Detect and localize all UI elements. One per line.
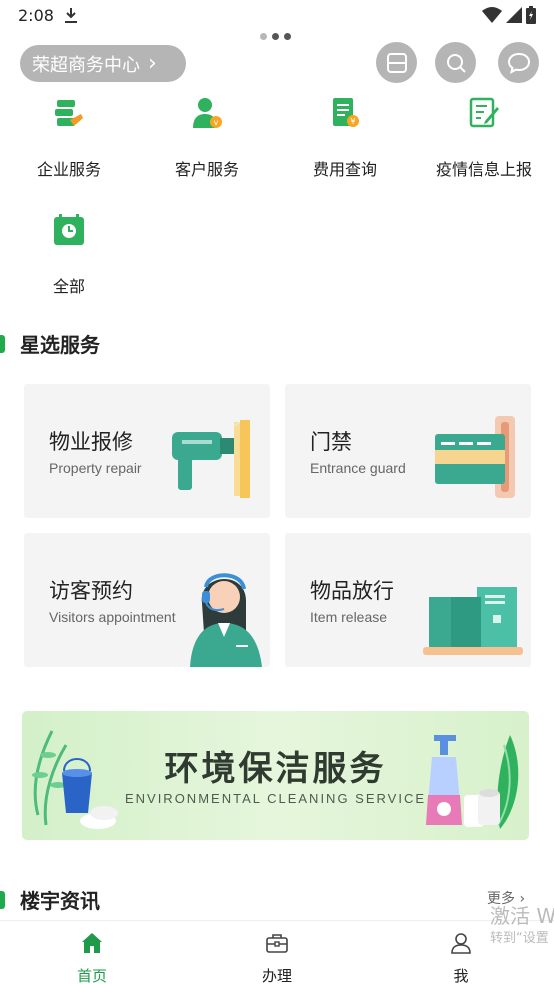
search-icon: [446, 53, 466, 73]
scan-button[interactable]: [376, 42, 417, 83]
home-icon: [82, 933, 102, 953]
tab-label: 首页: [76, 967, 107, 984]
tab-home[interactable]: 首页: [42, 931, 142, 984]
chat-bubble-icon: [507, 52, 530, 74]
boxes-icon: [423, 587, 523, 655]
svg-text:¥: ¥: [350, 117, 355, 126]
detergent-icon: [426, 735, 519, 829]
card-item-release[interactable]: 物品放行 Item release: [285, 533, 531, 667]
card-entrance-guard[interactable]: 门禁 Entrance guard: [285, 384, 531, 518]
section-title-text: 楼宇资讯: [20, 889, 100, 913]
quick-item-epidemic-report[interactable]: 疫情信息上报: [419, 96, 549, 180]
status-time: 2:08: [18, 6, 54, 25]
all-calendar-icon: [54, 214, 84, 245]
page-dot-active: [284, 33, 291, 40]
drill-icon: [172, 420, 250, 498]
watermark-line: 转到“设置: [490, 931, 549, 946]
card-visitor-appointment[interactable]: 访客预约 Visitors appointment: [24, 533, 270, 667]
card-property-repair[interactable]: 物业报修 Property repair: [24, 384, 270, 518]
tab-label: 我: [453, 967, 469, 984]
quick-item-customer[interactable]: v 客户服务: [142, 96, 272, 180]
card-subtitle: Item release: [310, 609, 388, 625]
search-button[interactable]: [435, 42, 476, 83]
message-button[interactable]: [498, 42, 539, 83]
featured-section-title: 星选服务: [0, 329, 100, 358]
quick-item-label: 全部: [52, 277, 85, 296]
access-card-icon: [435, 416, 515, 498]
card-title: 物品放行: [310, 579, 394, 603]
epidemic-report-icon: [469, 97, 499, 128]
cleaning-service-banner[interactable]: 环境保洁服务 ENVIRONMENTAL CLEANING SERVICE: [22, 711, 529, 840]
svg-text:v: v: [214, 118, 219, 127]
quick-item-enterprise[interactable]: 企业服务: [4, 96, 134, 180]
bottom-tab-bar: 首页 办理 我: [0, 920, 554, 984]
enterprise-service-icon: [55, 100, 83, 126]
quick-item-label: 疫情信息上报: [435, 160, 532, 179]
receptionist-icon: [190, 573, 262, 667]
system-icons: [482, 6, 536, 24]
quick-item-fee-query[interactable]: ¥ 费用查询: [280, 96, 410, 180]
section-marker: [0, 334, 5, 353]
user-icon: [451, 933, 471, 954]
quick-item-label: 费用查询: [312, 160, 377, 179]
briefcase-icon: [266, 934, 288, 953]
location-selector[interactable]: 荣超商务中心 ›: [20, 45, 186, 82]
customer-service-icon: v: [193, 98, 222, 128]
card-title: 物业报修: [49, 430, 133, 454]
page-dot: [260, 33, 267, 40]
card-title: 门禁: [310, 430, 352, 454]
battery-icon: [526, 6, 536, 24]
chevron-right-icon: ›: [148, 50, 157, 76]
card-subtitle: Property repair: [49, 460, 142, 476]
fee-query-icon: ¥: [333, 98, 359, 127]
quick-item-all[interactable]: 全部: [4, 213, 134, 297]
activation-watermark: 激活 W 转到“设置: [490, 906, 554, 945]
tab-label: 办理: [261, 967, 292, 984]
news-section-title: 楼宇资讯: [0, 885, 100, 914]
section-marker: [0, 890, 5, 909]
quick-item-label: 客户服务: [174, 160, 239, 179]
tab-handle[interactable]: 办理: [227, 931, 327, 984]
status-bar: 2:08: [0, 0, 554, 32]
watermark-line: 激活 W: [490, 904, 554, 928]
section-title-text: 星选服务: [20, 333, 100, 357]
page-indicator: [260, 33, 291, 40]
home-screen: 2:08 荣超商务中心 › 企业服务 v 客户服务 ¥ 费用查询 疫情信息上报 …: [0, 0, 554, 984]
card-subtitle: Visitors appointment: [49, 609, 176, 625]
page-dot-active: [272, 33, 279, 40]
signal-icon: [506, 7, 522, 23]
card-title: 访客预约: [49, 579, 133, 603]
wifi-icon: [482, 7, 502, 23]
download-icon: [65, 8, 77, 23]
quick-item-label: 企业服务: [36, 160, 101, 179]
scan-icon: [386, 52, 407, 73]
card-subtitle: Entrance guard: [310, 460, 406, 476]
location-name: 荣超商务中心: [32, 54, 140, 76]
